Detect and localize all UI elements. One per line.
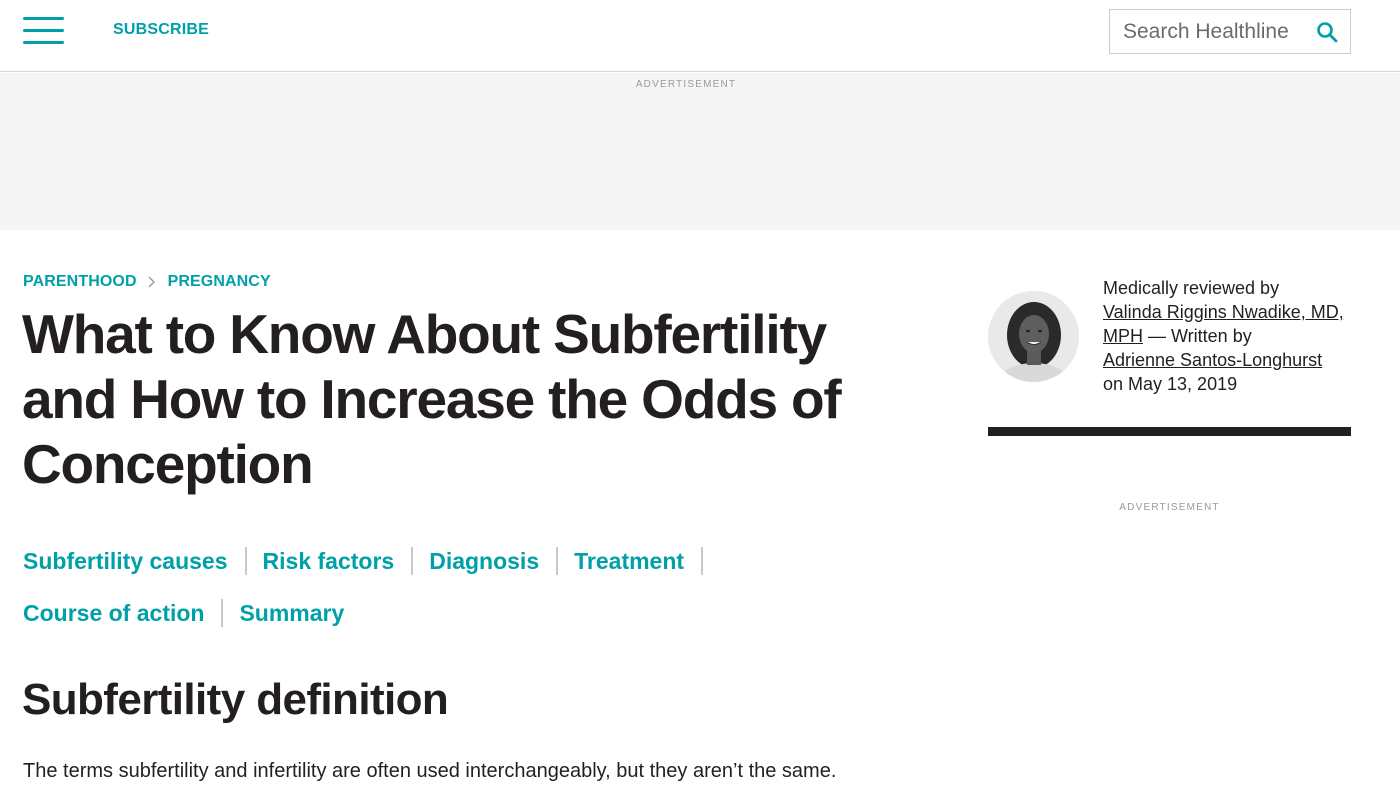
top-ad-slot: ADVERTISEMENT (0, 73, 1400, 230)
reviewed-by-label: Medically reviewed by (1103, 278, 1280, 298)
jump-link-item: Course of action (23, 597, 239, 629)
reviewer-avatar-image (988, 291, 1079, 382)
jump-link-diagnosis[interactable]: Diagnosis (429, 548, 539, 575)
jump-link-item: Subfertility causes (23, 545, 263, 577)
jump-separator (556, 547, 559, 575)
article-byline: Medically reviewed by Valinda Riggins Nw… (1103, 276, 1363, 396)
search-input[interactable] (1110, 10, 1310, 53)
breadcrumb-parenthood[interactable]: PARENTHOOD (23, 273, 137, 291)
jump-separator (244, 547, 247, 575)
jump-link-item: Diagnosis (429, 545, 574, 577)
jump-link-item: Treatment (574, 545, 719, 577)
chevron-right-icon (148, 276, 155, 288)
breadcrumb: PARENTHOOD PREGNANCY (23, 272, 271, 292)
page-title: What to Know About Subfertility and How … (22, 303, 842, 495)
ad-label: ADVERTISEMENT (635, 79, 737, 90)
jump-link-summary[interactable]: Summary (239, 600, 344, 627)
written-by-label: — Written by (1148, 326, 1252, 346)
article-paragraph: The terms subfertility and infertility a… (23, 760, 837, 782)
jump-link-treatment[interactable]: Treatment (574, 548, 684, 575)
author-link[interactable]: Adrienne Santos-Longhurst (1103, 350, 1322, 370)
breadcrumb-pregnancy[interactable]: PREGNANCY (168, 273, 271, 291)
hamburger-menu-icon[interactable] (23, 16, 64, 46)
jump-separator (701, 547, 704, 575)
section-heading: Subfertility definition (22, 675, 449, 724)
jump-link-course-of-action[interactable]: Course of action (23, 600, 204, 627)
jump-separator (411, 547, 414, 575)
jump-link-item: Risk factors (263, 545, 430, 577)
site-header: SUBSCRIBE (0, 0, 1400, 72)
jump-separator (221, 599, 224, 627)
sidebar-divider (988, 427, 1351, 436)
reviewer-avatar (988, 291, 1079, 382)
sidebar-ad-label: ADVERTISEMENT (1119, 502, 1220, 513)
jump-link-risk-factors[interactable]: Risk factors (263, 548, 395, 575)
jump-link-subfertility-causes[interactable]: Subfertility causes (23, 548, 228, 575)
jump-link-item: Summary (239, 597, 344, 629)
search-box (1109, 9, 1351, 54)
jump-links: Subfertility causes Risk factors Diagnos… (23, 545, 923, 629)
subscribe-link[interactable]: SUBSCRIBE (113, 21, 209, 39)
publish-date: on May 13, 2019 (1103, 374, 1238, 394)
search-icon[interactable] (1315, 20, 1339, 44)
